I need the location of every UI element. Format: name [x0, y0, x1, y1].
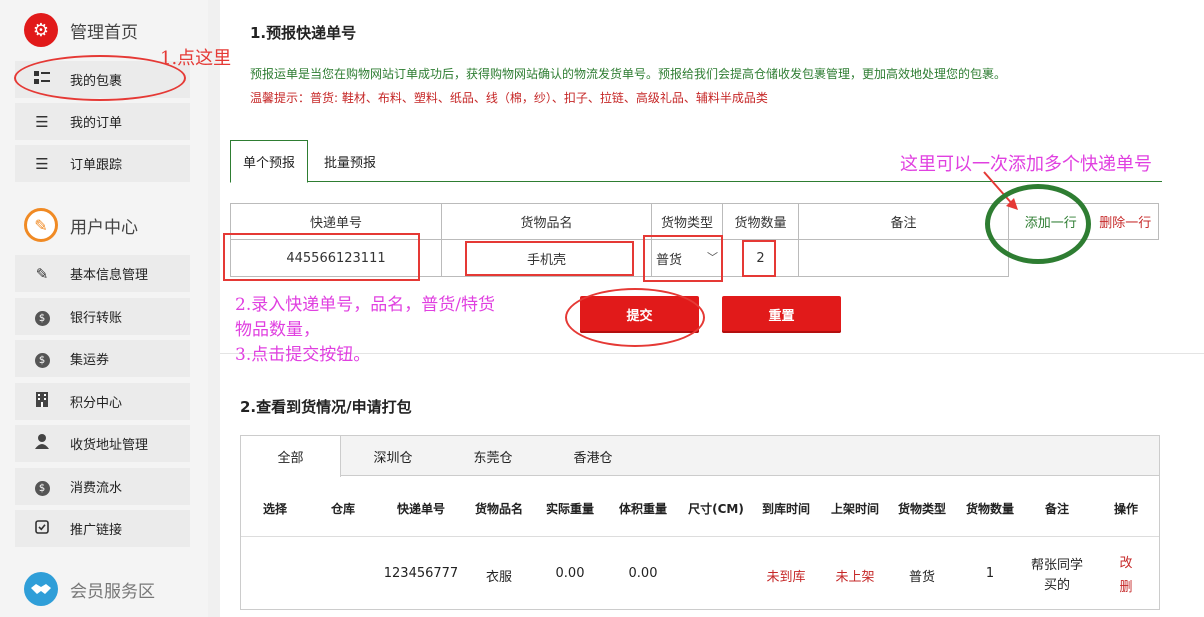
handshake-icon	[24, 572, 58, 606]
annotation-step3: 3.点击提交按钮。	[235, 345, 371, 365]
annotation-step2-line1: 2.录入快递单号，品名，普货/特货	[235, 295, 495, 315]
member-service-section-header[interactable]: 会员服务区	[24, 572, 155, 606]
remark-input[interactable]	[798, 239, 1009, 277]
sidebar-item-label: 基本信息管理	[70, 268, 149, 283]
forecast-warning-text: 温馨提示：普货: 鞋材、布料、塑料、纸品、线（棉，纱）、扣子、拉链、高级礼品、辅…	[250, 91, 768, 105]
sidebar-item-label: 订单跟踪	[70, 158, 123, 173]
col-actions: 操作	[1113, 502, 1138, 516]
sidebar-item-label: 银行转账	[70, 311, 123, 326]
row-quantity: 1	[985, 566, 995, 581]
section-forecast-title: 1.预报快递单号	[250, 24, 357, 42]
sidebar-item-transactions[interactable]: $ 消费流水	[15, 468, 190, 505]
list-icon: ☰	[35, 112, 49, 131]
dollar-icon: $	[32, 477, 52, 496]
col-size: 尺寸(CM)	[688, 502, 744, 516]
annotation-box-product	[465, 241, 634, 276]
col-tracking: 快递单号	[396, 502, 445, 516]
row-divider	[241, 536, 1159, 537]
dollar-icon: $	[32, 349, 52, 368]
row-remark: 帮张同学买的	[1030, 558, 1083, 593]
sidebar-item-promo-link[interactable]: 推广链接	[15, 510, 190, 547]
building-icon	[32, 392, 52, 411]
sidebar-item-label: 我的订单	[70, 116, 123, 131]
sidebar-item-basic-info[interactable]: ✎ 基本信息管理	[15, 255, 190, 292]
home-label: 管理首页	[70, 22, 138, 43]
sidebar-item-coupons[interactable]: $ 集运券	[15, 340, 190, 377]
gear-icon: ⚙	[24, 13, 58, 47]
member-service-label: 会员服务区	[70, 581, 155, 602]
dollar-icon: $	[32, 307, 52, 326]
delete-row-link[interactable]: 删除一行	[1092, 203, 1159, 240]
pencil-icon: ✎	[24, 208, 58, 242]
tab-single-forecast[interactable]: 单个预报	[230, 140, 308, 183]
tab-dongguan[interactable]: 东莞仓	[443, 436, 543, 476]
edit-icon: ✎	[35, 264, 49, 283]
col-arrival-time: 到库时间	[761, 502, 810, 516]
home-section-header[interactable]: ⚙ 管理首页	[24, 13, 138, 47]
sidebar-item-points[interactable]: 积分中心	[15, 383, 190, 420]
sidebar-item-my-orders[interactable]: ☰ 我的订单	[15, 103, 190, 140]
annotation-ellipse-submit	[565, 288, 705, 347]
row-volume-weight: 0.00	[628, 566, 658, 581]
col-product: 货物品名	[474, 502, 523, 516]
sidebar-item-label: 消费流水	[70, 481, 123, 496]
sidebar-item-bank-transfer[interactable]: $ 银行转账	[15, 298, 190, 335]
edit-link[interactable]: 改	[1081, 552, 1171, 571]
col-actual-weight: 实际重量	[545, 502, 594, 516]
annotation-circle-add-row	[985, 184, 1091, 264]
annotation-step1: 1.点这里	[160, 48, 232, 69]
list-icon: ☰	[35, 154, 49, 173]
tab-shenzhen[interactable]: 深圳仓	[343, 436, 443, 476]
sidebar-gutter	[208, 0, 220, 617]
tab-batch-forecast[interactable]: 批量预报	[310, 140, 390, 183]
sidebar-item-label: 收货地址管理	[70, 438, 149, 453]
sidebar-item-order-tracking[interactable]: ☰ 订单跟踪	[15, 145, 190, 182]
sidebar-item-label: 积分中心	[70, 396, 123, 411]
annotation-step2-line2: 物品数量，	[235, 320, 320, 340]
row-tracking: 123456777	[383, 566, 459, 581]
col-warehouse: 仓库	[330, 502, 355, 516]
sidebar-item-label: 集运券	[70, 353, 110, 368]
warehouse-tabs: 全部 深圳仓 东莞仓 香港仓	[241, 436, 1159, 477]
sidebar-item-address[interactable]: 收货地址管理	[15, 425, 190, 462]
check-square-icon	[32, 519, 52, 538]
tab-hongkong[interactable]: 香港仓	[543, 436, 643, 476]
reset-button[interactable]: 重置	[722, 296, 841, 333]
col-remark: 备注	[1044, 502, 1069, 516]
forecast-info-text: 预报运单是当您在购物网站订单成功后，获得购物网站确认的物流发货单号。预报给我们会…	[250, 67, 1007, 81]
user-center-section-header[interactable]: ✎ 用户中心	[24, 208, 138, 242]
tab-all[interactable]: 全部	[241, 436, 341, 477]
col-header-quantity: 货物数量	[722, 203, 799, 240]
col-volume-weight: 体积重量	[618, 502, 667, 516]
annotation-step2: 2.录入快递单号，品名，普货/特货 物品数量， 3.点击提交按钮。	[235, 293, 495, 368]
annotation-box-tracking	[223, 233, 420, 281]
col-header-product: 货物品名	[441, 203, 652, 240]
sidebar-item-label: 推广链接	[70, 523, 123, 538]
user-center-label: 用户中心	[70, 217, 138, 238]
delete-link[interactable]: 删	[1081, 576, 1171, 595]
person-icon	[32, 434, 52, 453]
annotation-box-type	[643, 235, 723, 282]
arrivals-panel: 全部 深圳仓 东莞仓 香港仓 选择 仓库 快递单号 货物品名 实际重量 体积重量…	[240, 435, 1160, 610]
annotation-box-quantity	[742, 240, 776, 277]
section-arrivals-title: 2.查看到货情况/申请打包	[240, 398, 412, 416]
annotation-multi-add: 这里可以一次添加多个快递单号	[900, 154, 1152, 175]
